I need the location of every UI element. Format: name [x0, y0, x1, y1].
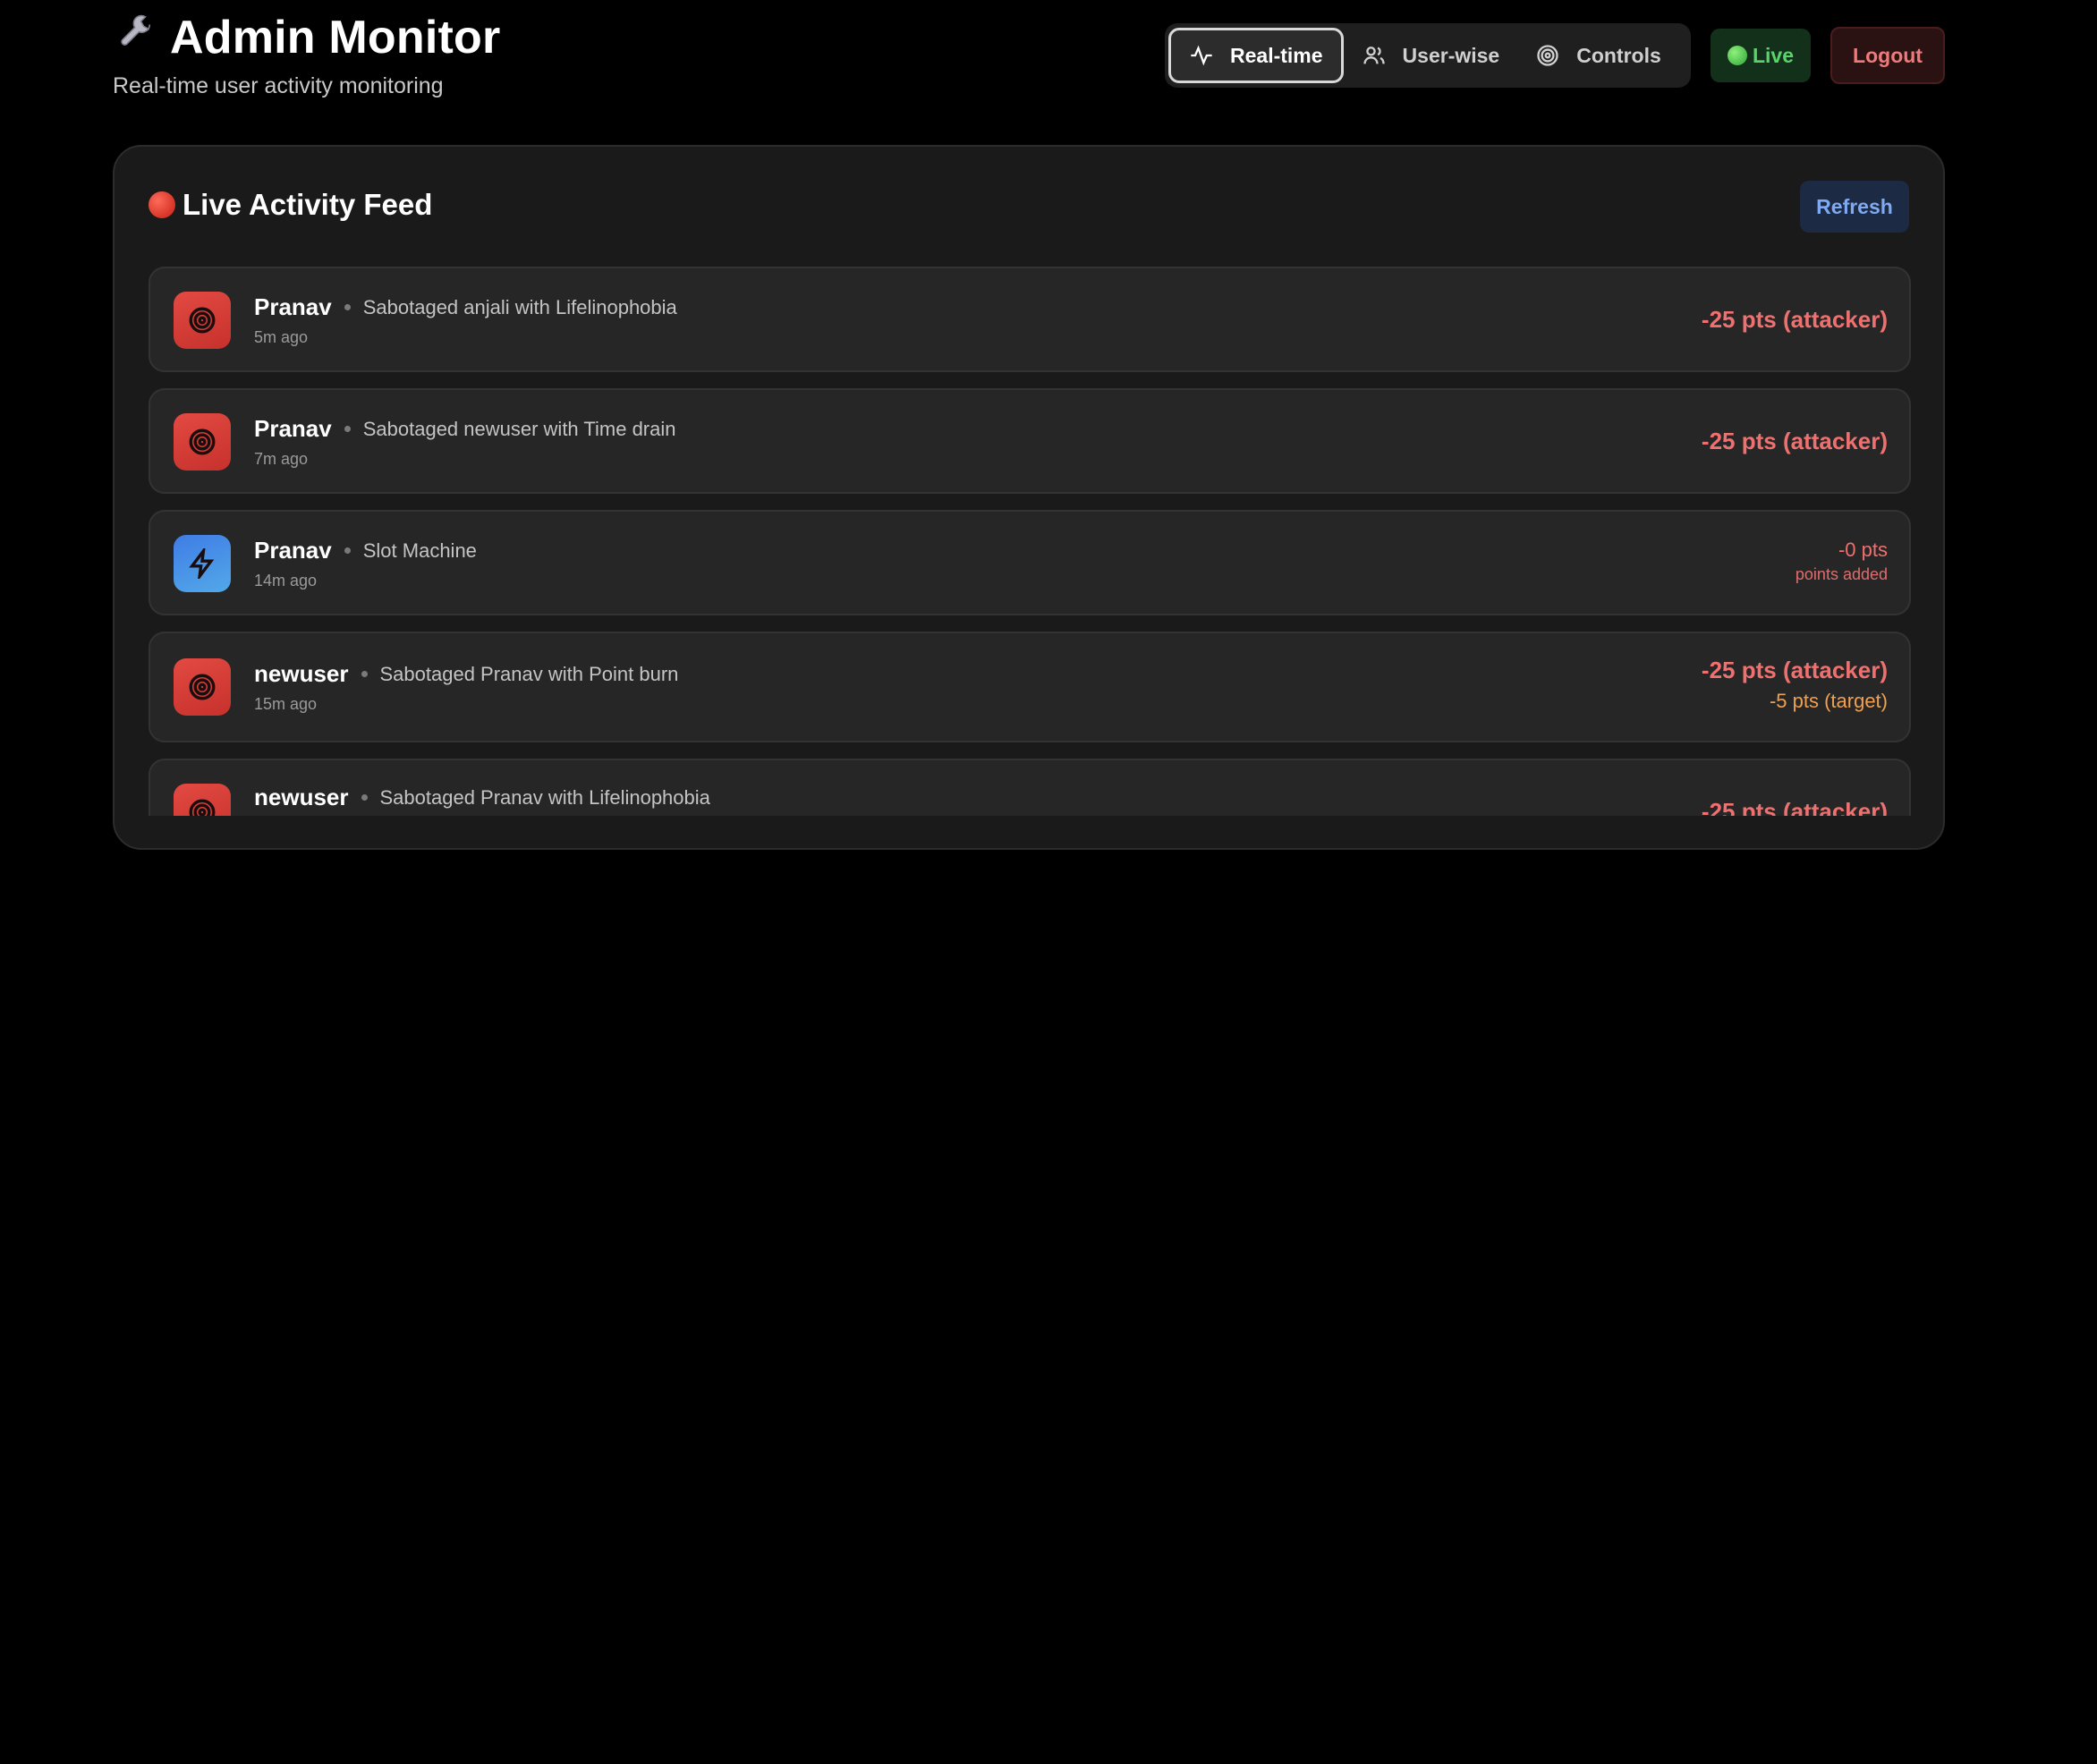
target-icon [1537, 45, 1558, 66]
activity-user: Pranav [254, 415, 332, 442]
activity-user: Pranav [254, 537, 332, 564]
tab-label: Controls [1576, 43, 1661, 67]
points-target: -5 pts (target) [1769, 690, 1888, 712]
activity-points: -0 pts points added [1796, 539, 1888, 584]
points-attacker: -25 pts (attacker) [1701, 798, 1888, 816]
header: Admin Monitor Real-time user activity mo… [113, 11, 1945, 100]
target-icon [174, 784, 231, 816]
activity-text: newuser Sabotaged Pranav with Point burn… [254, 660, 678, 714]
activity-item: newuser Sabotaged Pranav with Point burn… [149, 632, 1911, 742]
activity-time: 14m ago [254, 572, 318, 589]
activity-action: Slot Machine [362, 539, 477, 562]
activity-user: newuser [254, 784, 349, 810]
activity-action: Sabotaged Pranav with Lifelinophobia [379, 785, 710, 809]
separator-dot [361, 671, 368, 677]
activity-action: Sabotaged Pranav with Point burn [379, 662, 679, 685]
activity-points: -25 pts (attacker) [1702, 798, 1888, 816]
activity-list[interactable]: Pranav Sabotaged anjali with Lifelinopho… [149, 267, 1911, 816]
admin-monitor-page: Admin Monitor Real-time user activity mo… [0, 0, 2097, 1764]
points-note: points added [1795, 565, 1888, 583]
live-status-badge: Live [1711, 29, 1811, 82]
users-icon [1363, 47, 1385, 64]
activity-text: Pranav Slot Machine 14m ago [254, 537, 477, 590]
activity-time: 5m ago [254, 328, 309, 346]
target-icon [174, 413, 231, 471]
tab-user-wise[interactable]: User-wise [1344, 28, 1518, 83]
activity-text: Pranav Sabotaged newuser with Time drain… [254, 415, 676, 469]
tab-label: User-wise [1402, 43, 1500, 67]
separator-dot [344, 426, 351, 432]
points-attacker: -25 pts (attacker) [1701, 657, 1888, 683]
separator-dot [344, 547, 351, 554]
view-tabs: Real-time User-wise Controls [1165, 23, 1691, 88]
logout-button[interactable]: Logout [1830, 27, 1945, 84]
tab-label: Real-time [1230, 43, 1323, 67]
points-attacker: -25 pts (attacker) [1701, 428, 1888, 454]
page-title: Admin Monitor [170, 12, 501, 64]
target-icon [174, 292, 231, 349]
activity-action: Sabotaged anjali with Lifelinophobia [362, 295, 677, 318]
refresh-button[interactable]: Refresh [1800, 181, 1909, 233]
live-label: Live [1752, 43, 1795, 67]
activity-icon [1191, 45, 1212, 66]
activity-item: newuser Sabotaged Pranav with Lifelinoph… [149, 759, 1911, 816]
lightning-icon [174, 535, 231, 592]
title-row: Admin Monitor [113, 11, 500, 64]
page-subtitle: Real-time user activity monitoring [113, 73, 444, 98]
separator-dot [344, 304, 351, 310]
activity-user: Pranav [254, 293, 332, 320]
separator-dot [361, 794, 368, 801]
points-value: -0 pts [1838, 539, 1888, 561]
points-attacker: -25 pts (attacker) [1701, 306, 1888, 333]
activity-item: Pranav Slot Machine 14m ago -0 pts point… [149, 510, 1911, 615]
activity-time: 7m ago [254, 450, 309, 468]
activity-text: newuser Sabotaged Pranav with Lifelinoph… [254, 784, 710, 811]
activity-item: Pranav Sabotaged anjali with Lifelinopho… [149, 267, 1911, 372]
activity-points: -25 pts (attacker) [1702, 428, 1888, 455]
activity-points: -25 pts (attacker) [1702, 306, 1888, 334]
feed-title: Live Activity Feed [149, 188, 432, 222]
activity-action: Sabotaged newuser with Time drain [362, 417, 676, 440]
feed-title-text: Live Activity Feed [183, 188, 433, 221]
live-activity-feed-card: Live Activity Feed Refresh Pranav Sabota… [113, 145, 1945, 850]
feed-header: Live Activity Feed Refresh [149, 181, 1909, 234]
tab-controls[interactable]: Controls [1517, 28, 1679, 83]
target-icon [174, 658, 231, 716]
tab-real-time[interactable]: Real-time [1168, 28, 1344, 83]
red-dot-icon [149, 191, 175, 218]
brand: Admin Monitor Real-time user activity mo… [113, 11, 500, 99]
activity-item: Pranav Sabotaged newuser with Time drain… [149, 388, 1911, 494]
activity-user: newuser [254, 660, 349, 687]
wrench-icon [113, 13, 159, 62]
green-dot-icon [1727, 46, 1747, 65]
activity-time: 15m ago [254, 695, 318, 713]
activity-text: Pranav Sabotaged anjali with Lifelinopho… [254, 293, 677, 347]
activity-points: -25 pts (attacker) -5 pts (target) [1702, 657, 1888, 713]
